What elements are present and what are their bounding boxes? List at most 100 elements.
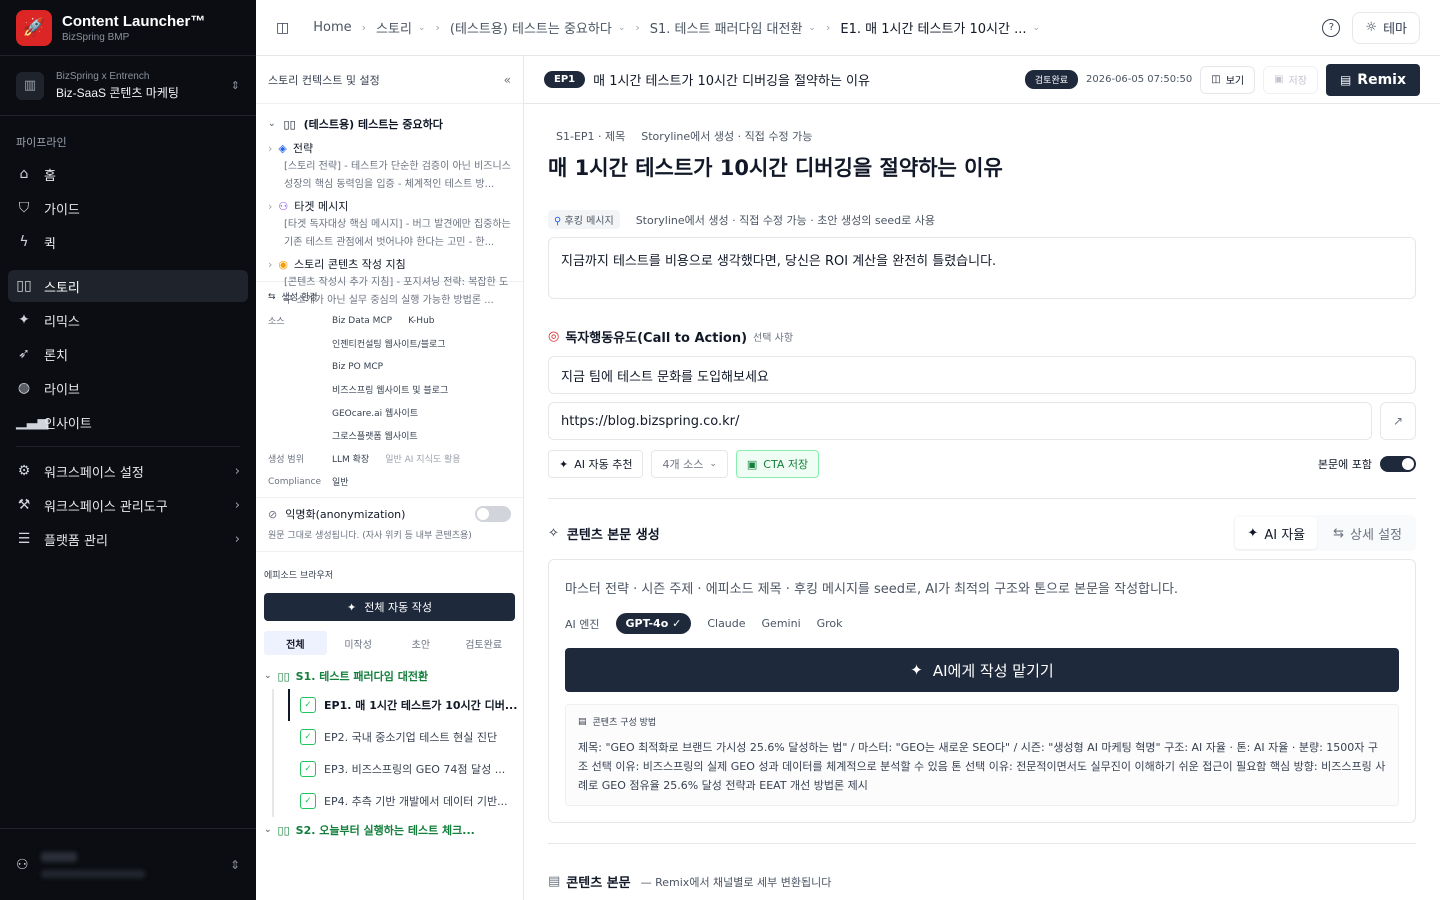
sliders-icon: ⇆: [268, 291, 276, 302]
engine-grok[interactable]: Grok: [817, 617, 843, 630]
user-menu[interactable]: ⚇ ⇕: [0, 828, 256, 900]
theme-button[interactable]: ☼ 테마: [1352, 11, 1420, 44]
collapse-panel-icon[interactable]: «: [504, 73, 511, 87]
wand-icon: ✦: [1247, 525, 1259, 541]
sidebar-item-platform[interactable]: ☰ 플랫폼 관리 ›: [8, 523, 248, 555]
chevron-right-icon: ›: [234, 531, 240, 547]
chevron-down-icon[interactable]: ⌄: [418, 23, 426, 33]
panel-header: 스토리 컨텍스트 및 설정 «: [256, 56, 523, 104]
episode-item-4[interactable]: ✓ EP4. 추측 기반 개발에서 데이터 기반...: [290, 785, 523, 817]
source-item: 인젠티컨설팅 웹사이트/블로그: [332, 340, 446, 350]
chevron-right-icon: ›: [268, 199, 273, 213]
generation-title: 콘텐츠 본문 생성: [566, 527, 660, 543]
cta-url-input[interactable]: https://blog.bizspring.co.kr/: [548, 402, 1372, 440]
tab-all[interactable]: 전체: [264, 631, 327, 655]
chevron-down-icon[interactable]: ⌄: [1033, 23, 1041, 33]
cta-text-input[interactable]: 지금 팀에 테스트 문화를 도입해보세요: [548, 356, 1416, 394]
chevron-down-icon[interactable]: ⌄: [618, 23, 626, 33]
breadcrumb-story[interactable]: 스토리: [376, 18, 412, 37]
app-title: Content Launcher™: [62, 12, 206, 30]
brand[interactable]: 🚀 Content Launcher™ BizSpring BMP: [0, 0, 256, 56]
sun-icon: ☼: [1365, 20, 1378, 35]
ai-recommend-button[interactable]: ✦ AI 자동 추천: [548, 450, 644, 478]
breadcrumb-season[interactable]: S1. 테스트 패러다임 대전환: [650, 18, 803, 37]
tab-unwritten[interactable]: 미작성: [327, 631, 390, 655]
sidebar-item-live[interactable]: ◍ 라이브: [8, 372, 248, 404]
sidebar-item-label: 스토리: [44, 280, 80, 296]
chevron-right-icon: ›: [825, 21, 831, 34]
remix-button[interactable]: ▤ Remix: [1325, 63, 1420, 96]
episode-item-2[interactable]: ✓ EP2. 국내 중소기업 테스트 현실 진단: [290, 721, 523, 753]
target-icon: ◎: [548, 329, 560, 344]
engine-claude[interactable]: Claude: [707, 617, 745, 630]
cta-save-button[interactable]: ▣ CTA 저장: [735, 450, 820, 478]
workspace-switcher[interactable]: ▥ BizSpring x Entrench Biz-SaaS 콘텐츠 마케팅 …: [0, 56, 256, 116]
auto-write-all-button[interactable]: ✦ 전체 자동 작성: [264, 593, 515, 621]
generation-env: ⇆ 생성 환경 소스 Biz Data MCP K-Hub 인젠티컨설팅 웹사이트/블…: [256, 282, 523, 498]
columns-icon: ◫: [1211, 74, 1221, 85]
view-label: 보기: [1225, 76, 1245, 87]
season-1[interactable]: ⌄ ▯▯ S1. 테스트 패러다임 대전환: [256, 663, 523, 689]
breadcrumb-episode[interactable]: E1. 매 1시간 테스트가 10시간 ...: [840, 18, 1026, 37]
sidebar-item-launch[interactable]: ➶ 론치: [8, 338, 248, 370]
fishhook-icon: ⚲: [554, 216, 562, 227]
sidebar-toggle-icon[interactable]: ◫: [276, 20, 289, 36]
chevron-down-icon: ⌄: [264, 671, 272, 681]
sparkle-icon: ✧: [548, 525, 559, 541]
tree-node-target-message[interactable]: › ⚇ 타겟 메시지 [타겟 독자대상 핵심 메시지] - 버그 발견에만 집중하는…: [268, 196, 511, 252]
save-button[interactable]: ▣ 저장: [1263, 65, 1318, 94]
sidebar-item-workspace-admin[interactable]: ⚒ 워크스페이스 관리도구 ›: [8, 489, 248, 521]
sliders-icon: ⇆: [1333, 525, 1345, 541]
sources-dropdown[interactable]: 4개 소스 ⌄: [651, 450, 728, 478]
sidebar-item-label: 퀵: [44, 236, 56, 252]
wand-icon: ✦: [559, 457, 569, 471]
breadcrumb-home[interactable]: Home: [313, 20, 351, 35]
tree-root[interactable]: ⌄ ▯▯ (테스트용) 테스트는 중요하다: [268, 112, 511, 136]
engine-gpt4o[interactable]: GPT-4o ✓: [615, 613, 692, 634]
status-badge: 검토완료: [1024, 70, 1079, 89]
episode-title[interactable]: 매 1시간 테스트가 10시간 디버깅을 절약하는 이유: [548, 152, 1416, 182]
sidebar-item-home[interactable]: ⌂ 홈: [8, 158, 248, 190]
engine-gemini[interactable]: Gemini: [762, 617, 801, 630]
sidebar-item-label: 라이브: [44, 382, 80, 398]
chevron-right-icon: ›: [635, 21, 640, 34]
save-icon: ▣: [746, 457, 758, 471]
sidebar-item-workspace-settings[interactable]: ⚙ 워크스페이스 설정 ›: [8, 455, 248, 487]
include-toggle[interactable]: [1380, 456, 1416, 472]
tree-node-strategy[interactable]: › ◈ 전략 [스토리 전략] - 테스트가 단순한 검증이 아닌 비즈니스 성장의…: [268, 138, 511, 194]
hook-textarea[interactable]: 지금까지 테스트를 비용으로 생각했다면, 당신은 ROI 계산을 완전히 틀렸…: [548, 237, 1416, 299]
chevron-down-icon[interactable]: ⌄: [808, 23, 816, 33]
mode-ai-auto[interactable]: ✦ AI 자율: [1235, 517, 1318, 549]
season-2[interactable]: ⌄ ▯▯ S2. 오늘부터 실행하는 테스트 체크...: [256, 817, 523, 843]
tab-draft[interactable]: 초안: [390, 631, 453, 655]
tab-reviewed[interactable]: 검토완료: [452, 631, 515, 655]
external-link-icon[interactable]: ↗: [1380, 402, 1416, 440]
anon-desc: 원문 그대로 생성됩니다. (자사 위키 등 내부 콘텐츠용): [268, 531, 472, 541]
sidebar-item-story[interactable]: ▯▯ 스토리: [8, 270, 248, 302]
ai-write-button[interactable]: ✦ AI에게 작성 맡기기: [565, 648, 1399, 692]
divider: [548, 843, 1416, 844]
tree-root-label: (테스트용) 테스트는 중요하다: [303, 118, 443, 131]
mode-detail[interactable]: ⇆ 상세 설정: [1321, 517, 1414, 549]
source-item: Biz Data MCP: [332, 315, 393, 326]
sidebar-item-remix[interactable]: ✦ 리믹스: [8, 304, 248, 336]
main: ◫ Home › 스토리 ⌄ › (테스트용) 테스트는 중요하다 ⌄ › S1. …: [256, 0, 1440, 900]
episode-item-3[interactable]: ✓ EP3. 비즈스프링의 GEO 74점 달성 ...: [290, 753, 523, 785]
sidebar-item-quick[interactable]: ϟ퀵: [8, 226, 248, 258]
title-meta-note: Storyline에서 생성 · 직접 수정 가능: [641, 130, 813, 143]
anon-toggle[interactable]: [475, 506, 511, 522]
sidebar-item-guide[interactable]: ⛉ 가이드: [8, 192, 248, 224]
wand-icon: ✦: [18, 312, 30, 328]
breadcrumb-master[interactable]: (테스트용) 테스트는 중요하다: [450, 18, 612, 37]
theme-label: 테마: [1383, 22, 1407, 37]
divider: [548, 498, 1416, 499]
hook-note: Storyline에서 생성 · 직접 수정 가능 · 초안 생성의 seed로…: [635, 213, 935, 227]
wand-icon: ✦: [910, 661, 923, 679]
view-button[interactable]: ◫ 보기: [1200, 65, 1256, 94]
episode-item-1[interactable]: ✓ EP1. 매 1시간 테스트가 10시간 디버...: [288, 689, 523, 721]
help-icon[interactable]: ?: [1322, 18, 1341, 37]
season-label: S2. 오늘부터 실행하는 테스트 체크...: [295, 824, 475, 837]
sidebar-item-insight[interactable]: ▁▃▅ 인사이트: [8, 406, 248, 438]
include-in-body: 본문에 포함: [1318, 456, 1416, 472]
book-icon: ▯▯: [277, 669, 290, 683]
